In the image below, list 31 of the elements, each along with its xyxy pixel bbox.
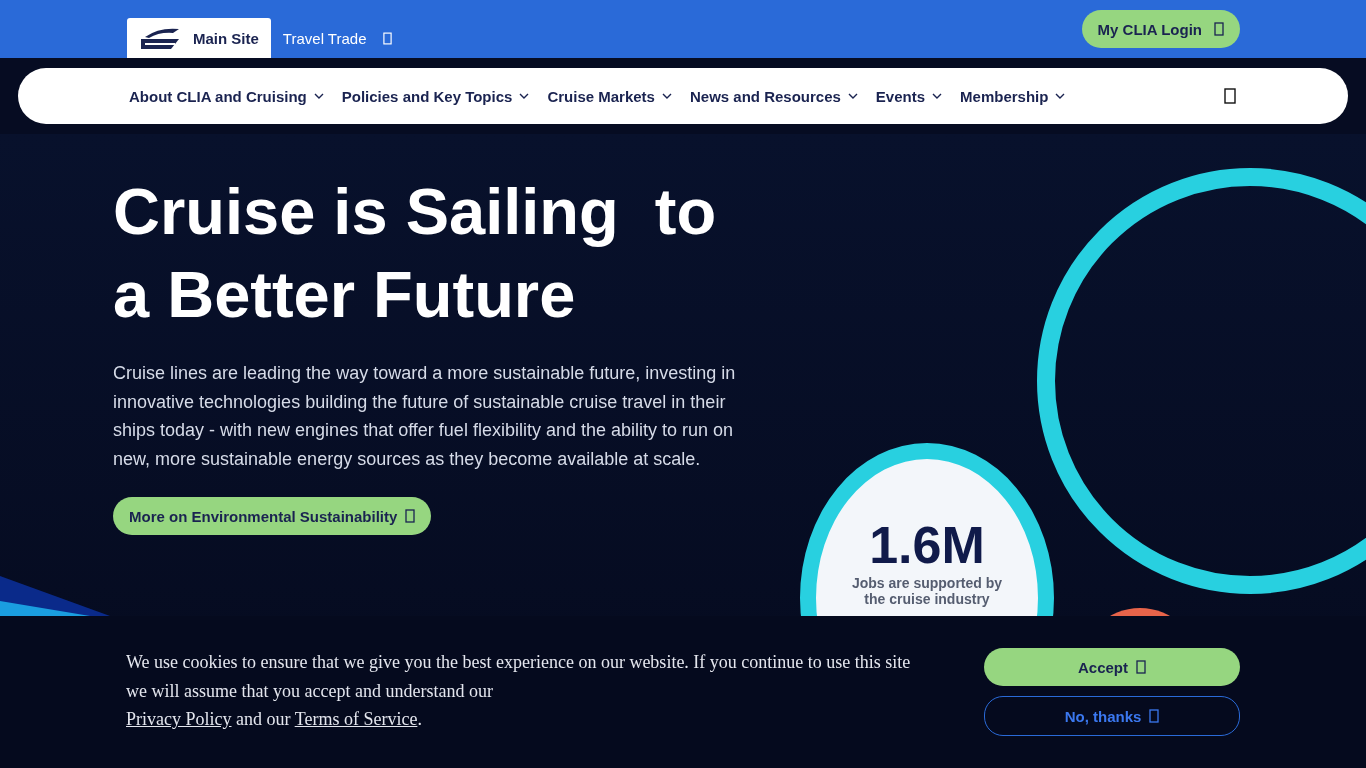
- glyph-box-icon: [1136, 660, 1146, 674]
- glyph-box-icon: [405, 509, 416, 524]
- chevron-down-icon: [661, 93, 672, 99]
- hero-text: Cruise lines are leading the way toward a more sustainable future, investing in innovative technologies building the future of sustainable cruise travel in their ships today - with new engines that offer fuel flexibility and the ability to run on new, more sustainable energy sources as they become available at scale.: [113, 362, 737, 471]
- cookie-text: We use cookies to ensure that we give you the best experience on our website. If you continue to use this site we will assume that you accept and understand our Privacy Policy and our Terms of Service.: [126, 651, 912, 732]
- chevron-down-icon: [519, 93, 530, 99]
- sustainability-button[interactable]: More on Environmental Sustainability: [113, 497, 432, 536]
- chevron-down-icon: [847, 93, 858, 99]
- site-tab[interactable]: Main Site: [127, 18, 271, 58]
- stat-value: 1.6M: [869, 515, 985, 575]
- glyph-box-icon: [382, 31, 392, 45]
- glyph-box-icon: [1214, 22, 1224, 36]
- hero-title: Cruise is Sailing to a Better Future: [113, 174, 718, 333]
- privacy-policy-link[interactable]: Privacy Policy: [126, 709, 232, 730]
- chevron-down-icon: [313, 93, 324, 99]
- nav-menu-item[interactable]: Cruise Markets: [547, 87, 672, 105]
- nav-menu-item[interactable]: About CLIA and Cruising: [129, 87, 324, 105]
- glyph-box-icon: [1149, 709, 1160, 723]
- glyph-box-icon[interactable]: [1224, 88, 1236, 104]
- stat-label: Jobs are supported by the cruise industry: [850, 575, 1004, 607]
- accept-button[interactable]: Accept: [984, 648, 1240, 686]
- terms-link[interactable]: Terms of Service: [294, 709, 418, 730]
- decline-button[interactable]: No, thanks: [984, 696, 1240, 736]
- nav-menu-item[interactable]: Policies and Key Topics: [341, 87, 530, 105]
- nav-menu-item[interactable]: Events: [875, 87, 943, 105]
- nav-menu-item[interactable]: Membership: [960, 87, 1066, 105]
- login-button[interactable]: My CLIA Login: [1081, 10, 1240, 48]
- chevron-down-icon: [932, 93, 943, 99]
- nav-menu-item[interactable]: News and Resources: [689, 87, 858, 105]
- chevron-down-icon: [1055, 93, 1066, 99]
- site-tab[interactable]: Travel Trade: [270, 18, 404, 58]
